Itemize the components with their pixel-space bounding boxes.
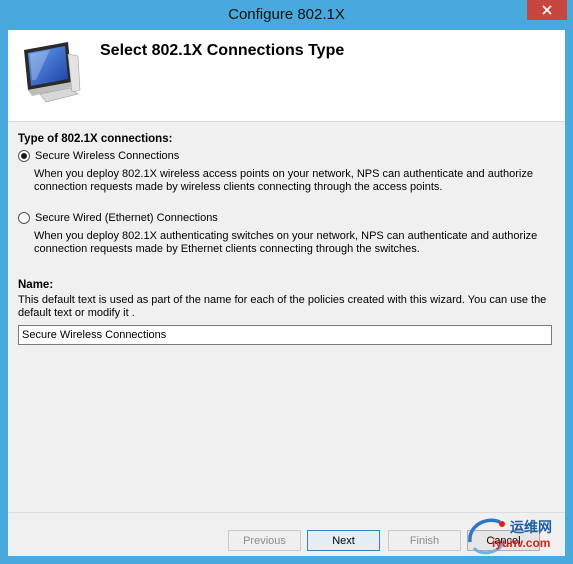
page-title: Select 802.1X Connections Type [100,42,345,59]
connection-type-label: Type of 802.1X connections: [18,133,173,145]
monitor-icon [24,42,81,103]
cancel-button[interactable]: Cancel [467,530,540,551]
wired-description: When you deploy 802.1X authenticating sw… [34,230,538,255]
title-bar[interactable]: Configure 802.1X [0,0,573,30]
radio-secure-wireless[interactable]: Secure Wireless Connections [18,150,179,162]
wireless-description: When you deploy 802.1X wireless access p… [34,168,533,193]
previous-button[interactable]: Previous [228,530,301,551]
radio-label: Secure Wired (Ethernet) Connections [35,212,218,224]
dialog-window: Configure 802.1X Select 802.1X Connectio… [0,0,573,564]
name-label: Name: [18,279,54,291]
name-input[interactable] [18,325,552,345]
dialog-client-area: Select 802.1X Connections Type Type of 8… [8,30,565,556]
name-help-text: This default text is used as part of the… [18,294,547,319]
wizard-footer: Previous Next Finish Cancel [8,512,565,556]
wizard-header: Select 802.1X Connections Type [8,30,565,122]
wizard-content: Type of 802.1X connections: Secure Wirel… [8,122,565,512]
window-title: Configure 802.1X [228,6,345,23]
radio-label: Secure Wireless Connections [35,150,180,162]
radio-selected-icon[interactable] [18,150,30,162]
next-button[interactable]: Next [307,530,380,551]
close-icon [542,5,552,15]
radio-secure-wired[interactable]: Secure Wired (Ethernet) Connections [18,212,218,224]
finish-button[interactable]: Finish [388,530,461,551]
close-button[interactable] [527,0,567,20]
radio-unselected-icon[interactable] [18,212,30,224]
